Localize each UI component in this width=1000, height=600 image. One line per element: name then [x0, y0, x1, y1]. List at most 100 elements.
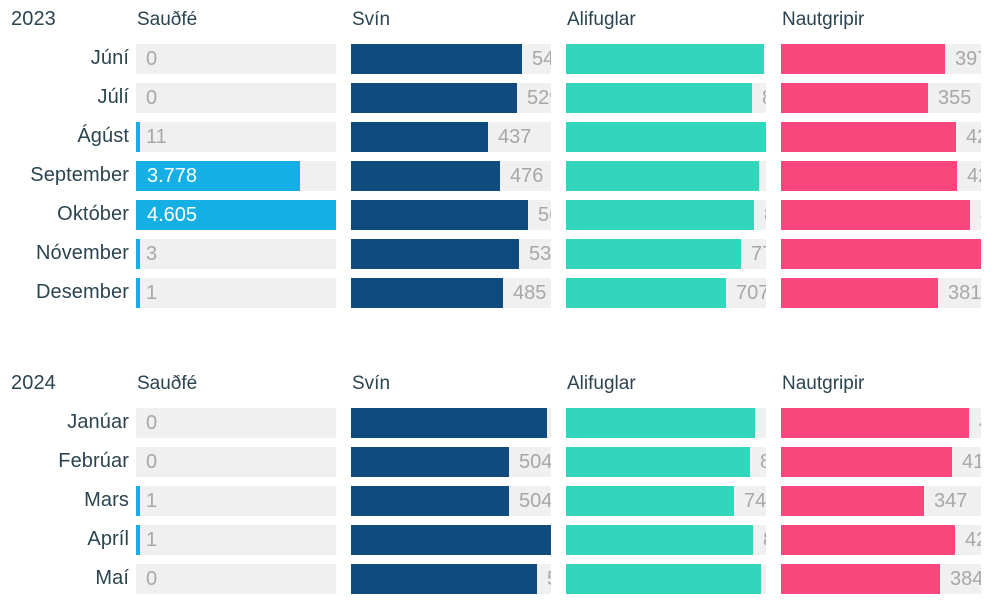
- value-bar: [781, 199, 970, 230]
- value-bar: [351, 485, 509, 516]
- bar-cell[interactable]: 812: [566, 446, 766, 477]
- bar-cell[interactable]: 707: [566, 277, 766, 308]
- bar-cell[interactable]: 476: [351, 160, 551, 191]
- bar-cell[interactable]: 565: [351, 199, 551, 230]
- value-label: 397: [955, 47, 981, 70]
- table-row[interactable]: Janúar 0 625 835 455: [0, 403, 1000, 442]
- bar-cell[interactable]: 355: [781, 82, 981, 113]
- table-header-row: 2023 Sauðfé Svín Alifuglar Nautgripir: [0, 0, 1000, 39]
- table-row[interactable]: Febrúar 0 504 812 415: [0, 442, 1000, 481]
- data-cell-wrap: 0: [136, 403, 351, 442]
- column-header-1: Svín: [352, 372, 391, 394]
- bar-cell[interactable]: 595: [351, 563, 551, 594]
- table-row[interactable]: September 3.778 476 853 425: [0, 156, 1000, 195]
- bar-cell[interactable]: 537: [351, 238, 551, 269]
- value-label: 529: [527, 86, 551, 109]
- bar-cell[interactable]: 820: [566, 82, 766, 113]
- data-cell-wrap: 874: [566, 39, 781, 78]
- data-cell-wrap: 537: [351, 234, 566, 273]
- bar-cell[interactable]: 384: [781, 563, 981, 594]
- bar-cell[interactable]: 859: [566, 563, 766, 594]
- bar-cell[interactable]: 1: [136, 524, 336, 555]
- value-label: 0: [146, 450, 158, 473]
- bar-cell[interactable]: 874: [566, 43, 766, 74]
- bar-cell[interactable]: 1: [136, 277, 336, 308]
- bar-cell[interactable]: 415: [781, 446, 981, 477]
- bar-cell[interactable]: 639: [351, 524, 551, 555]
- bar-cell[interactable]: 11: [136, 121, 336, 152]
- bar-cell[interactable]: 774: [566, 238, 766, 269]
- value-label: 455: [979, 408, 981, 438]
- bar-cell[interactable]: 397: [781, 43, 981, 74]
- row-label-month: Júlí: [97, 86, 129, 108]
- data-cell-wrap: 545: [351, 39, 566, 78]
- bar-cell[interactable]: 437: [351, 121, 551, 152]
- value-label: 774: [751, 242, 766, 265]
- table-header-row: 2024 Sauðfé Svín Alifuglar Nautgripir: [0, 364, 1000, 403]
- bar-cell[interactable]: 545: [351, 43, 551, 74]
- value-bar: [566, 199, 754, 230]
- bar-cell[interactable]: 740: [566, 485, 766, 516]
- bar-cell[interactable]: 529: [351, 82, 551, 113]
- data-cell-wrap: 484: [781, 234, 996, 273]
- table-row[interactable]: Maí 0 595 859 384: [0, 559, 1000, 598]
- value-label: 504: [519, 489, 551, 512]
- value-label: 425: [967, 164, 981, 187]
- bar-cell[interactable]: 423: [781, 121, 981, 152]
- table-row[interactable]: Ágúst 11 437 883 423: [0, 117, 1000, 156]
- year-heading: 2023: [11, 8, 56, 30]
- bar-cell[interactable]: 381: [781, 277, 981, 308]
- bar-cell[interactable]: 455: [781, 407, 981, 438]
- bar-cell[interactable]: 425: [781, 160, 981, 191]
- value-bar: [566, 563, 761, 594]
- bar-cell[interactable]: 4.605: [136, 199, 336, 230]
- bar-cell[interactable]: 832: [566, 199, 766, 230]
- bar-cell[interactable]: 422: [781, 524, 981, 555]
- table-row[interactable]: Júní 0 545 874 397: [0, 39, 1000, 78]
- bar-cell[interactable]: 0: [136, 407, 336, 438]
- value-label: 504: [519, 450, 551, 473]
- table-row[interactable]: Apríl 1 639 826 422: [0, 520, 1000, 559]
- value-label: 437: [498, 125, 532, 148]
- value-label: 3.778: [147, 164, 198, 187]
- bar-cell[interactable]: 0: [136, 446, 336, 477]
- column-header-2: Alifuglar: [567, 372, 636, 394]
- value-label: 820: [762, 83, 766, 113]
- table-row[interactable]: Mars 1 504 740 347: [0, 481, 1000, 520]
- bar-cell[interactable]: 625: [351, 407, 551, 438]
- bar-cell[interactable]: 0: [136, 563, 336, 594]
- bar-cell[interactable]: 457: [781, 199, 981, 230]
- bar-cell[interactable]: 504: [351, 485, 551, 516]
- value-bar: [566, 524, 753, 555]
- value-bar: [351, 43, 522, 74]
- value-bar: [566, 446, 750, 477]
- table-row[interactable]: Október 4.605 565 832 457: [0, 195, 1000, 234]
- table-row[interactable]: Júlí 0 529 820 355: [0, 78, 1000, 117]
- bar-cell[interactable]: 883: [566, 121, 766, 152]
- value-bar: [566, 160, 759, 191]
- column-header-3: Nautgripir: [782, 8, 865, 30]
- bar-cell[interactable]: 826: [566, 524, 766, 555]
- row-label-month: Október: [57, 203, 129, 225]
- bar-cell[interactable]: 347: [781, 485, 981, 516]
- bar-cell[interactable]: 3.778: [136, 160, 336, 191]
- bar-cell[interactable]: 504: [351, 446, 551, 477]
- bar-cell[interactable]: 835: [566, 407, 766, 438]
- bar-cell[interactable]: 0: [136, 43, 336, 74]
- bar-cell[interactable]: 485: [351, 277, 551, 308]
- value-label: 565: [538, 203, 551, 226]
- bar-cell[interactable]: 853: [566, 160, 766, 191]
- value-bar: [136, 485, 140, 516]
- bar-cell[interactable]: 484: [781, 238, 981, 269]
- value-bar: [351, 446, 509, 477]
- bar-cell[interactable]: 0: [136, 82, 336, 113]
- bar-cell[interactable]: 1: [136, 485, 336, 516]
- data-cell-wrap: 437: [351, 117, 566, 156]
- bar-cell[interactable]: 3: [136, 238, 336, 269]
- table-row[interactable]: Nóvember 3 537 774 484: [0, 234, 1000, 273]
- value-bar: [351, 160, 500, 191]
- data-cell-wrap: 0: [136, 39, 351, 78]
- table-row[interactable]: Desember 1 485 707 381: [0, 273, 1000, 312]
- value-label: 1: [146, 528, 158, 551]
- row-label-month: Febrúar: [58, 450, 129, 472]
